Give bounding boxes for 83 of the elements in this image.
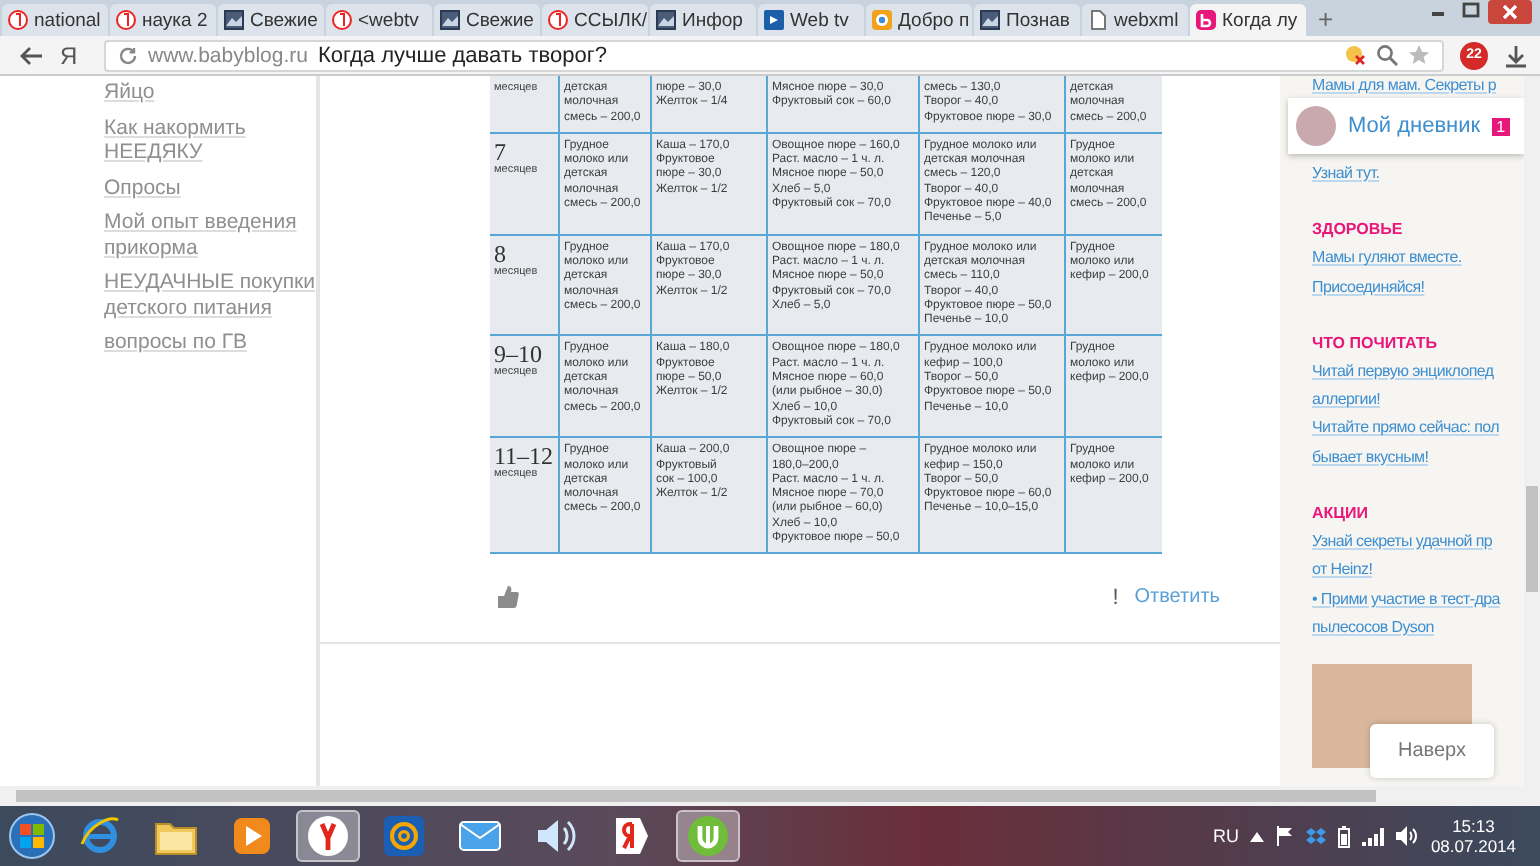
promo-link[interactable]: Мамы гуляют вместе. Присоединяйся! — [1312, 244, 1462, 302]
browser-tab[interactable]: webxml — [1082, 4, 1188, 36]
reload-icon[interactable] — [118, 45, 138, 65]
browser-icon — [306, 814, 350, 858]
back-arrow-icon[interactable] — [20, 45, 44, 65]
promo-link[interactable]: Узнай тут. — [1312, 160, 1380, 189]
sidebar-link[interactable]: Как накормить НЕЕДЯКУ — [104, 115, 316, 165]
browser-logo[interactable]: Я — [60, 41, 88, 69]
speaker-icon — [534, 816, 578, 856]
address-field[interactable]: www.babyblog.ru Когда лучше давать творог? — [104, 39, 1444, 71]
month-number: 7 — [494, 139, 508, 164]
browser-tab[interactable]: national — [2, 4, 108, 36]
battery-icon[interactable] — [1338, 825, 1351, 847]
browser-tab[interactable]: Когда лу — [1190, 4, 1306, 36]
new-tab-button[interactable]: + — [1308, 4, 1344, 36]
clock-date[interactable]: 08.07.2014 — [1430, 836, 1516, 856]
page-title: Когда лучше давать творог? — [317, 43, 607, 67]
clock-time[interactable]: 15:13 — [1452, 816, 1495, 836]
promo-link[interactable]: Читай первую энциклопед аллергии! — [1312, 357, 1494, 415]
box-icon[interactable] — [1306, 827, 1327, 845]
avatar — [1296, 106, 1336, 146]
circle-icon — [872, 10, 892, 30]
download-icon[interactable] — [1504, 43, 1528, 67]
reply-link[interactable]: Ответить — [1134, 586, 1220, 609]
browser-tab[interactable]: Добро п — [866, 4, 972, 36]
circle-icon — [116, 10, 136, 30]
circle-icon — [548, 10, 568, 30]
image-icon — [224, 10, 244, 30]
section-heading: ЗДОРОВЬЕ — [1312, 220, 1403, 239]
promo-link[interactable]: Мамы для мам. Секреты р — [1312, 76, 1497, 96]
volume-icon[interactable] — [1396, 826, 1419, 846]
image-icon — [656, 10, 676, 30]
report-button[interactable]: ! — [1112, 585, 1119, 610]
star-icon[interactable] — [1408, 44, 1430, 66]
sidebar-link[interactable]: Мой опыт введения прикорма — [104, 210, 316, 260]
browser-tab[interactable]: Познав — [974, 4, 1080, 36]
torrent-icon — [686, 814, 730, 858]
back-to-top-button[interactable]: Наверх — [1370, 724, 1494, 778]
month-number: 8 — [494, 241, 508, 266]
promo-link[interactable]: Узнай секреты удачной пр от Heinz! — [1312, 528, 1493, 586]
flag-icon[interactable] — [1276, 826, 1295, 846]
sidebar-link[interactable]: НЕУДАЧНЫЕ покупки детского питания — [104, 270, 316, 320]
start-button[interactable] — [8, 812, 56, 860]
vertical-scrollbar[interactable] — [1524, 76, 1540, 786]
browser-tab[interactable]: Свежие — [218, 4, 324, 36]
sidebar-link[interactable]: Яйцо — [104, 80, 155, 105]
envelope-icon — [458, 818, 502, 854]
tag-icon — [612, 816, 652, 856]
circle-icon — [332, 10, 352, 30]
play-icon — [232, 816, 272, 856]
month-number: 11–12 — [494, 444, 554, 469]
section-heading: АКЦИИ — [1312, 504, 1369, 523]
section-heading: ЧТО ПОЧИТАТЬ — [1312, 333, 1437, 352]
signal-icon[interactable] — [1362, 827, 1385, 845]
cookie-block-icon[interactable] — [1344, 44, 1366, 66]
diary-link[interactable]: Мой дневник — [1348, 114, 1481, 138]
url-host: www.babyblog.ru — [148, 43, 308, 67]
browser-tab[interactable]: Свежие — [434, 4, 540, 36]
circle-icon — [8, 10, 28, 30]
sidebar-link[interactable]: вопросы по ГВ — [104, 330, 248, 355]
diary-popup[interactable]: Мой дневник 1 — [1288, 98, 1524, 154]
horizontal-scrollbar[interactable] — [0, 786, 1540, 806]
image-icon — [440, 10, 460, 30]
promo-link[interactable]: • Прими участие в тест-дра пылесосов Dyson — [1312, 585, 1500, 643]
show-hidden-icon[interactable] — [1250, 831, 1265, 841]
browser-tab[interactable]: наука 2 — [110, 4, 216, 36]
month-number: 9–10 — [494, 342, 544, 367]
browser-tab[interactable]: ССЫЛК/ — [542, 4, 648, 36]
taskbar-button[interactable] — [296, 810, 360, 862]
browser-tab[interactable]: Web tv — [758, 4, 864, 36]
search-icon[interactable] — [1376, 44, 1398, 66]
page-icon — [1088, 10, 1108, 30]
image-icon — [980, 10, 1000, 30]
close-icon[interactable] — [1488, 0, 1532, 24]
browser-tab[interactable]: Инфор — [650, 4, 756, 36]
play-icon — [764, 10, 784, 30]
count-badge: 1 — [1492, 117, 1510, 135]
sidebar-link[interactable]: Опросы — [104, 175, 181, 200]
promo-link[interactable]: Читайте прямо сейчас: пол бывает вкусным! — [1312, 414, 1499, 473]
thumbs-up-icon[interactable] — [496, 584, 520, 611]
language-indicator[interactable]: RU — [1212, 826, 1239, 846]
browser-tab[interactable]: <webtv — [326, 4, 432, 36]
globe-icon — [78, 814, 122, 858]
